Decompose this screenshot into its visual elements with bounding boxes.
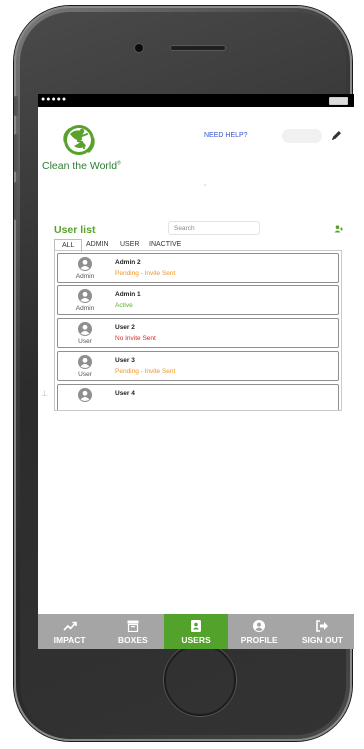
tab-profile-label: PROFILE [240,635,278,645]
user-name: Admin 2 [115,259,141,266]
add-user-icon[interactable] [334,225,344,233]
user-status: Active [115,302,133,309]
tab-boxes-label: BOXES [117,635,148,645]
home-button[interactable] [164,644,236,716]
user-name: User 3 [115,357,135,364]
scroll-indicator: ⊥ [41,389,48,398]
phone-volume-down [14,182,18,220]
clean-the-world-logo: Clean the World® [42,122,122,177]
user-row[interactable]: Admin Admin 1 Active [57,285,339,315]
bottom-tab-bar: IMPACT BOXES USERS PROFILE SIGN OUT [38,614,354,649]
status-bar: ●●●●● [38,94,354,107]
tab-sign-out-label: SIGN OUT [301,635,343,645]
tab-impact[interactable]: IMPACT [38,614,101,649]
tab-users-label: USERS [181,635,211,645]
user-name: Admin 1 [115,291,141,298]
logo-text: Clean the World® [42,160,121,172]
need-help-link[interactable]: NEED HELP? [204,132,248,139]
user-row[interactable]: User 4 [57,384,339,410]
archive-box-icon [127,620,139,632]
user-row[interactable]: User User 2 No Invite Sent [57,318,339,348]
contact-book-icon [191,620,201,632]
user-avatar-icon [78,388,92,402]
battery-icon [329,97,348,105]
user-status: Pending - Invite Sent [115,368,176,375]
user-avatar-icon [78,257,92,271]
user-status: Pending - Invite Sent [115,270,176,277]
sign-out-icon [316,620,329,632]
trending-up-icon [63,621,77,631]
user-circle-icon [253,620,266,632]
user-role: Admin [75,305,95,312]
user-avatar-icon [78,289,92,303]
pencil-icon[interactable] [330,130,342,142]
tab-boxes[interactable]: BOXES [101,614,164,649]
divider-dot [204,184,206,186]
search-input[interactable] [168,221,260,235]
user-name: User 2 [115,324,135,331]
globe-person-icon [63,125,95,155]
blurred-element [282,129,322,143]
user-avatar-icon [78,355,92,369]
user-role: User [78,338,92,345]
user-list[interactable]: Admin Admin 2 Pending - Invite Sent Admi… [54,251,342,411]
app-screen: ●●●●● Clean the World® NEED HELP? User l… [38,94,354,649]
phone-mute-switch [14,96,18,116]
user-status: No Invite Sent [115,335,156,342]
phone-volume-up [14,134,18,172]
user-role: Admin [75,273,95,280]
user-row[interactable]: Admin Admin 2 Pending - Invite Sent [57,253,339,283]
tab-profile[interactable]: PROFILE [228,614,291,649]
tab-sign-out[interactable]: SIGN OUT [291,614,354,649]
user-list-title: User list [54,224,96,236]
user-row[interactable]: User User 3 Pending - Invite Sent [57,351,339,381]
user-avatar-icon [78,322,92,336]
earpiece-speaker [170,45,226,51]
user-name: User 4 [115,390,135,397]
signal-strength-icon: ●●●●● [41,96,68,103]
user-role: User [78,371,92,378]
front-camera [135,44,143,52]
tab-users[interactable]: USERS [164,614,228,649]
tab-impact-label: IMPACT [53,635,86,645]
